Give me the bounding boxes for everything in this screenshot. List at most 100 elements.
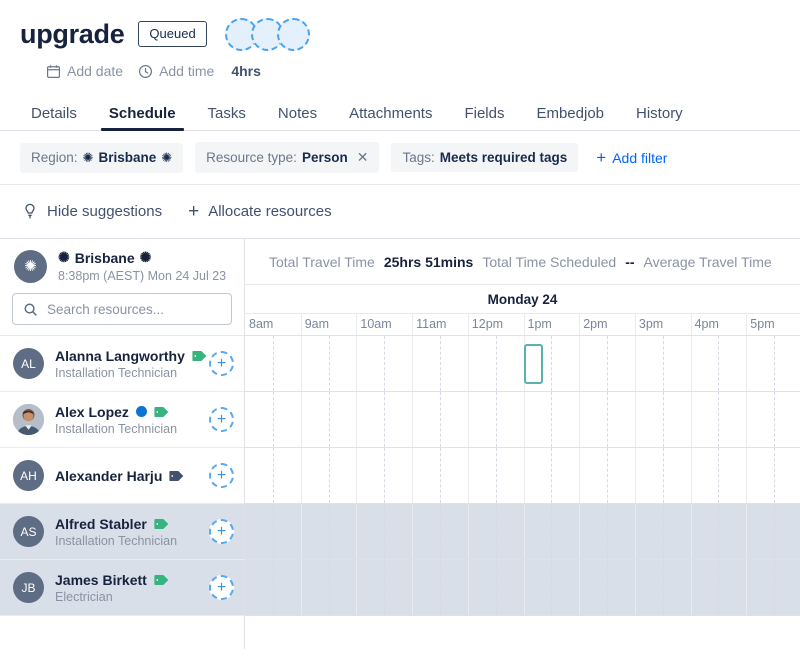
resource-name-row: Alanna Langworthy [55, 348, 198, 364]
region-header[interactable]: ✺ ✺ Brisbane ✺ 8:38pm (AEST) Mon 24 Jul … [0, 239, 244, 291]
time-axis-label: 11am [412, 317, 446, 331]
add-resource-button[interactable]: + [209, 575, 234, 600]
hour-gridline [301, 448, 302, 503]
hide-suggestions-button[interactable]: Hide suggestions [22, 203, 162, 220]
half-hour-gridline [718, 392, 719, 447]
filter-chip-resource-type[interactable]: Resource type: Person ✕ [195, 142, 379, 173]
timeline-row[interactable] [245, 336, 800, 392]
tab-details[interactable]: Details [20, 106, 93, 130]
hour-gridline [301, 336, 302, 391]
snowflake-icon: ✺ [24, 257, 37, 275]
close-icon[interactable]: ✕ [357, 149, 369, 166]
timeline-row[interactable] [245, 504, 800, 560]
add-resource-button[interactable]: + [209, 351, 234, 376]
tab-attachments[interactable]: Attachments [333, 106, 448, 130]
half-hour-gridline [774, 448, 775, 503]
resource-panel: ✺ ✺ Brisbane ✺ 8:38pm (AEST) Mon 24 Jul … [0, 239, 245, 649]
half-hour-gridline [496, 392, 497, 447]
status-badge[interactable]: Queued [138, 21, 206, 47]
filter-chip-region[interactable]: Region: ✺ Brisbane ✺ [20, 143, 183, 173]
hour-gridline [356, 448, 357, 503]
list-item[interactable]: AL Alanna Langworthy Installation Techni… [0, 336, 244, 392]
hour-gridline [468, 392, 469, 447]
filter-bar: Region: ✺ Brisbane ✺ Resource type: Pers… [0, 131, 800, 185]
hour-gridline [635, 560, 636, 615]
tab-fields[interactable]: Fields [448, 106, 520, 130]
hour-gridline [579, 560, 580, 615]
hour-gridline [691, 392, 692, 447]
tag-icon [192, 350, 207, 362]
hour-gridline [301, 560, 302, 615]
search-input[interactable] [47, 302, 221, 317]
time-axis-label: 8am [245, 317, 273, 331]
list-item[interactable]: Alex Lopez Installation Technician + [0, 392, 244, 448]
timeline-row[interactable] [245, 448, 800, 504]
add-time-button[interactable]: Add time [138, 63, 214, 79]
add-resource-button[interactable]: + [209, 519, 234, 544]
tab-history[interactable]: History [620, 106, 699, 130]
add-date-button[interactable]: Add date [46, 63, 123, 79]
hour-gridline [746, 392, 747, 447]
tab-schedule[interactable]: Schedule [93, 106, 192, 130]
axis-gridline [412, 314, 413, 335]
hour-gridline [301, 504, 302, 559]
online-status-icon [136, 406, 147, 417]
assignee-avatar-stack[interactable] [225, 18, 303, 51]
add-filter-button[interactable]: + Add filter [596, 149, 667, 166]
filter-chip-resource-type-value: Person [302, 150, 348, 165]
placeholder-avatar-icon[interactable] [277, 18, 310, 51]
list-item[interactable]: JB James Birkett Electrician + [0, 560, 244, 616]
axis-gridline [635, 314, 636, 335]
hour-gridline [468, 448, 469, 503]
tab-embedjob[interactable]: Embedjob [520, 106, 620, 130]
tag-icon [169, 470, 184, 482]
hour-gridline [356, 560, 357, 615]
tab-tasks[interactable]: Tasks [192, 106, 262, 130]
hour-gridline [635, 392, 636, 447]
add-time-label: Add time [159, 63, 214, 79]
resource-role: Installation Technician [55, 534, 198, 548]
half-hour-gridline [551, 336, 552, 391]
search-wrapper [0, 291, 244, 335]
lightbulb-icon [22, 203, 38, 220]
half-hour-gridline [440, 504, 441, 559]
resource-name-row: James Birkett [55, 572, 198, 588]
avatar [13, 404, 44, 435]
half-hour-gridline [329, 560, 330, 615]
tab-notes[interactable]: Notes [262, 106, 333, 130]
resource-name: Alfred Stabler [55, 516, 147, 532]
resource-name: Alanna Langworthy [55, 348, 185, 364]
add-resource-button[interactable]: + [209, 407, 234, 432]
half-hour-gridline [273, 560, 274, 615]
half-hour-gridline [774, 392, 775, 447]
hour-gridline [691, 560, 692, 615]
schedule-event[interactable] [524, 344, 543, 384]
resource-info: Alex Lopez Installation Technician [55, 404, 198, 436]
time-axis-label: 2pm [579, 317, 607, 331]
list-item[interactable]: AS Alfred Stabler Installation Technicia… [0, 504, 244, 560]
hour-gridline [412, 560, 413, 615]
half-hour-gridline [273, 392, 274, 447]
filter-chip-tags[interactable]: Tags: Meets required tags [391, 143, 578, 172]
allocate-resources-button[interactable]: + Allocate resources [188, 202, 332, 221]
total-time-scheduled-label: Total Time Scheduled [482, 254, 616, 270]
search-box[interactable] [12, 293, 232, 325]
half-hour-gridline [663, 448, 664, 503]
add-resource-button[interactable]: + [209, 463, 234, 488]
timeline-grid[interactable] [245, 336, 800, 649]
page-title: upgrade [20, 21, 124, 48]
hour-gridline [412, 448, 413, 503]
timeline-row[interactable] [245, 560, 800, 616]
axis-gridline [301, 314, 302, 335]
half-hour-gridline [718, 560, 719, 615]
axis-gridline [579, 314, 580, 335]
hour-gridline [524, 448, 525, 503]
total-travel-time-value: 25hrs 51mins [384, 254, 474, 270]
timeline-row[interactable] [245, 392, 800, 448]
time-axis-label: 5pm [746, 317, 774, 331]
half-hour-gridline [440, 336, 441, 391]
avatar: AH [13, 460, 44, 491]
list-item[interactable]: AH Alexander Harju + [0, 448, 244, 504]
hide-suggestions-label: Hide suggestions [47, 203, 162, 220]
hour-gridline [691, 504, 692, 559]
